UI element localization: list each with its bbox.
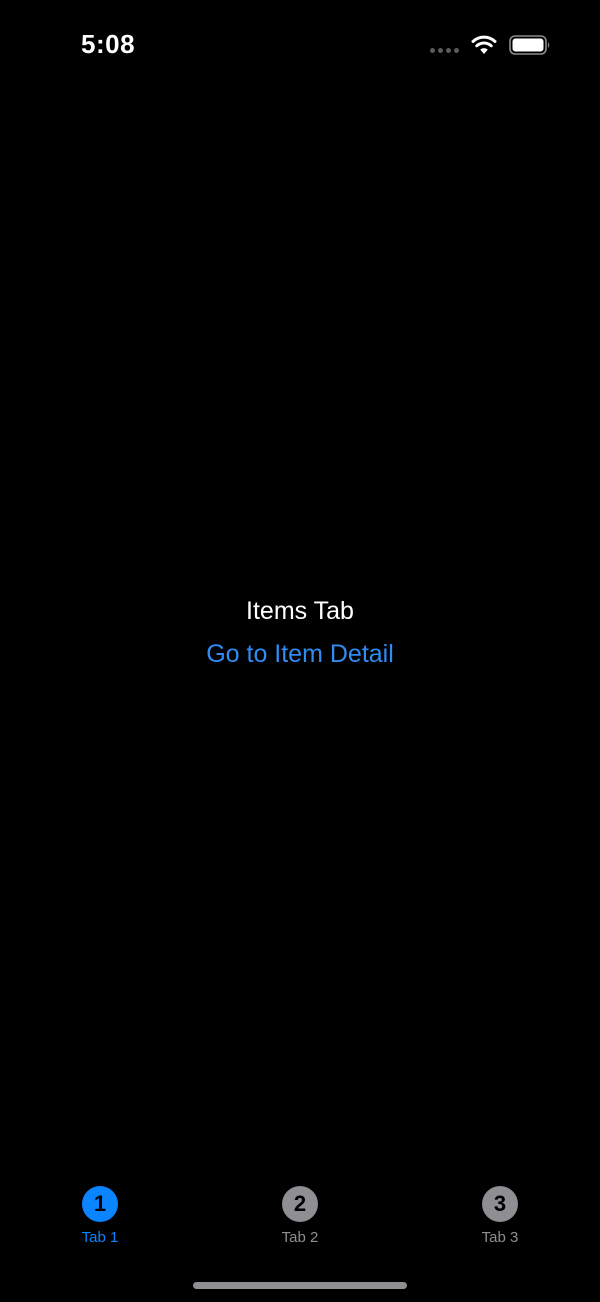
tab-1-badge-icon: 1 <box>82 1186 118 1222</box>
battery-icon <box>509 35 550 55</box>
cellular-signal-icon <box>430 48 462 54</box>
tab-2[interactable]: 2 Tab 2 <box>240 1180 360 1250</box>
status-time: 5:08 <box>81 29 136 59</box>
tab-3-badge-icon: 3 <box>482 1186 518 1222</box>
items-tab-content: Items Tab Go to Item Detail <box>0 594 600 671</box>
tab-1-label: Tab 1 <box>81 1229 119 1246</box>
wifi-icon <box>471 35 497 54</box>
status-bar: 5:08 <box>0 0 600 90</box>
tab-1[interactable]: 1 Tab 1 <box>40 1180 160 1250</box>
home-indicator[interactable] <box>193 1282 407 1289</box>
tab-3-label: Tab 3 <box>481 1229 519 1246</box>
tab-2-label: Tab 2 <box>281 1229 319 1246</box>
tab-bar: 1 Tab 1 2 Tab 2 3 Tab 3 <box>0 1180 600 1260</box>
tab-3[interactable]: 3 Tab 3 <box>440 1180 560 1250</box>
tab-2-badge-icon: 2 <box>282 1186 318 1222</box>
page-title: Items Tab <box>246 597 354 625</box>
go-to-item-detail-link[interactable]: Go to Item Detail <box>206 637 394 671</box>
